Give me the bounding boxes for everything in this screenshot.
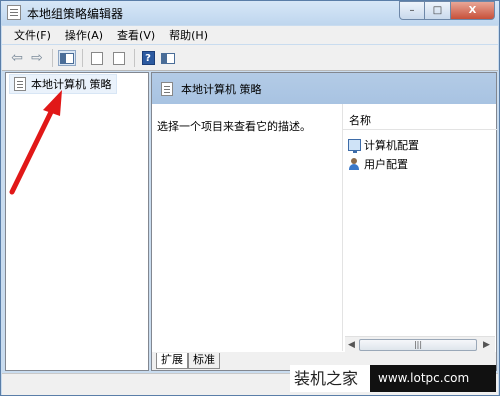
back-arrow-icon[interactable]: ⇦ [8,50,26,66]
list-item-user-config[interactable]: 用户配置 [348,155,408,172]
description-text: 选择一个项目来查看它的描述。 [157,120,311,133]
toolbar-separator [82,49,83,67]
item-list: 名称 计算机配置 用户配置 [342,104,497,351]
action-pane-icon[interactable] [159,50,177,66]
tab-standard[interactable]: 标准 [188,353,220,369]
scroll-right-icon[interactable]: ▶ [483,340,490,350]
details-pane: 本地计算机 策略 选择一个项目来查看它的描述。 名称 计算机配置 用户配置 ◀ … [151,72,497,371]
policy-document-icon [161,81,173,96]
menu-help[interactable]: 帮助(H) [162,27,215,43]
menu-view[interactable]: 查看(V) [110,27,162,43]
scroll-left-icon[interactable]: ◀ [348,340,355,350]
details-title: 本地计算机 策略 [181,82,262,96]
forward-arrow-icon[interactable]: ⇨ [28,50,46,66]
details-header: 本地计算机 策略 [152,73,496,104]
toolbar-separator [134,49,135,67]
caption-buttons: – □ X [399,1,495,20]
export-list-icon[interactable] [110,50,128,66]
user-icon [348,157,361,170]
gpedit-window: 本地组策略编辑器 – □ X 文件(F) 操作(A) 查看(V) 帮助(H) ⇦… [0,0,500,396]
pane-glyph-icon [161,52,175,64]
watermark-text: 装机之家 [290,365,370,392]
scrollbar-thumb[interactable]: ||| [359,339,477,351]
policy-document-icon [7,5,21,20]
tree-pane: 本地计算机 策略 [5,72,149,371]
watermark-url: www.lotpc.com [370,365,496,392]
policy-document-icon [14,77,26,91]
doc-glyph-icon [91,51,103,65]
column-header-name[interactable]: 名称 [343,110,497,130]
show-hide-tree-icon[interactable] [58,50,76,66]
description-area: 选择一个项目来查看它的描述。 [152,104,340,351]
tree-item-local-policy[interactable]: 本地计算机 策略 [9,74,117,94]
tab-extended[interactable]: 扩展 [156,353,188,369]
close-button[interactable]: X [451,1,495,20]
help-icon[interactable]: ? [139,50,157,66]
toolbar-separator [52,49,53,67]
menu-file[interactable]: 文件(F) [2,27,58,43]
toolbar: ⇦ ⇨ ? [2,45,498,71]
horizontal-scrollbar[interactable]: ◀ ||| ▶ [345,336,495,353]
menu-action[interactable]: 操作(A) [58,27,110,43]
computer-icon [348,138,361,153]
list-item-label: 计算机配置 [364,138,419,152]
maximize-button[interactable]: □ [425,1,451,20]
doc-glyph-icon [113,51,125,65]
help-glyph: ? [141,51,155,65]
window-title: 本地组策略编辑器 [27,7,124,21]
properties-icon[interactable] [88,50,106,66]
pane-glyph-icon [60,52,74,64]
title-bar[interactable]: 本地组策略编辑器 – □ X [1,1,499,25]
menu-bar: 文件(F) 操作(A) 查看(V) 帮助(H) [2,26,498,44]
list-item-computer-config[interactable]: 计算机配置 [348,136,419,153]
minimize-button[interactable]: – [399,1,425,20]
site-watermark: 装机之家 www.lotpc.com [290,365,496,392]
list-item-label: 用户配置 [364,157,408,171]
tree-item-label: 本地计算机 策略 [31,78,112,91]
